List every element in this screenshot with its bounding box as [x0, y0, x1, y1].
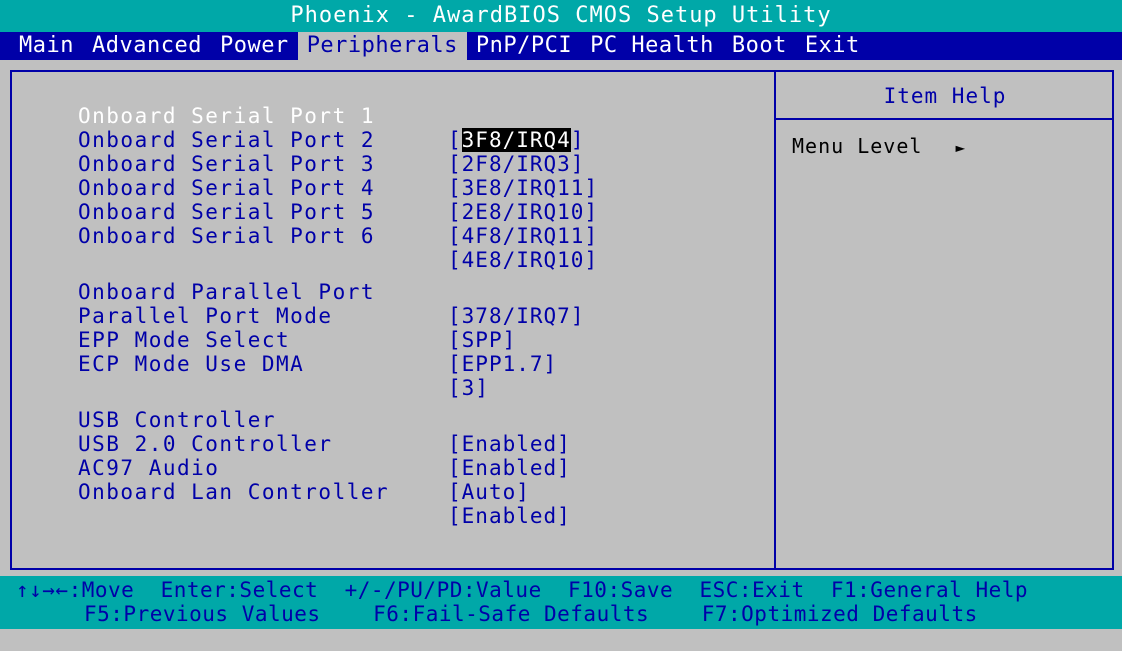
app-title: Phoenix - AwardBIOS CMOS Setup Utility — [290, 3, 832, 28]
setting-row[interactable]: Onboard Serial Port 2 [2F8/IRQ3] — [12, 104, 772, 176]
menu-bar: Main Advanced Power Peripherals PnP/PCI … — [0, 32, 1122, 60]
main-frame: Onboard Serial Port 1 [3F8/IRQ4] Onboard… — [10, 70, 1114, 570]
setting-label: Onboard Lan Controller — [78, 480, 390, 504]
menu-level-arrow-icon: ► — [955, 138, 967, 157]
setting-label: Onboard Serial Port 6 — [78, 224, 376, 248]
menu-level-label: Menu Level — [792, 134, 923, 158]
menu-pc-health[interactable]: PC Health — [581, 32, 723, 60]
setting-row[interactable]: Onboard Serial Port 1 [3F8/IRQ4] — [12, 80, 772, 152]
setting-row[interactable]: USB Controller [Enabled] — [12, 384, 772, 456]
menu-main[interactable]: Main — [10, 32, 83, 60]
footer-line-1: ↑↓→←:Move Enter:Select +/-/PU/PD:Value F… — [16, 578, 1029, 602]
menu-pnp-pci[interactable]: PnP/PCI — [467, 32, 581, 60]
setting-label: ECP Mode Use DMA — [78, 352, 305, 376]
setting-row[interactable]: AC97 Audio [Auto] — [12, 432, 772, 504]
menu-boot[interactable]: Boot — [723, 32, 796, 60]
setting-value[interactable]: [Auto] — [448, 480, 530, 504]
menu-power[interactable]: Power — [211, 32, 298, 60]
setting-row[interactable]: EPP Mode Select [EPP1.7] — [12, 304, 772, 376]
menu-advanced[interactable]: Advanced — [83, 32, 211, 60]
title-bar: Phoenix - AwardBIOS CMOS Setup Utility — [0, 0, 1122, 32]
item-help-title: Item Help — [883, 84, 1007, 108]
setting-row[interactable]: USB 2.0 Controller [Enabled] — [12, 408, 772, 480]
setting-row[interactable]: ECP Mode Use DMA [3] — [12, 328, 772, 400]
setting-row[interactable]: Onboard Lan Controller [Enabled] — [12, 456, 772, 528]
footer-line-2: F5:Previous Values F6:Fail-Safe Defaults… — [84, 602, 978, 626]
setting-value[interactable]: [4F8/IRQ11] — [448, 224, 598, 248]
menu-peripherals[interactable]: Peripherals — [297, 32, 467, 60]
setting-row[interactable]: Onboard Serial Port 4 [2E8/IRQ10] — [12, 152, 772, 224]
panel-divider — [774, 72, 776, 568]
footer-keys: ↑↓→←:Move Enter:Select +/-/PU/PD:Value F… — [0, 576, 1122, 629]
setting-row[interactable]: Onboard Serial Port 5 [4F8/IRQ11] — [12, 176, 772, 248]
help-separator — [776, 118, 1114, 120]
setting-row[interactable]: Onboard Serial Port 3 [3E8/IRQ11] — [12, 128, 772, 200]
setting-value[interactable]: [EPP1.7] — [448, 352, 557, 376]
setting-row[interactable]: Onboard Parallel Port [378/IRQ7] — [12, 256, 772, 328]
setting-row[interactable]: Parallel Port Mode [SPP] — [12, 280, 772, 352]
menu-level: Menu Level ► — [792, 134, 966, 158]
setting-row[interactable]: Onboard Serial Port 6 [4E8/IRQ10] — [12, 200, 772, 272]
menu-exit[interactable]: Exit — [796, 32, 869, 60]
setting-value[interactable]: [Enabled] — [448, 504, 571, 528]
